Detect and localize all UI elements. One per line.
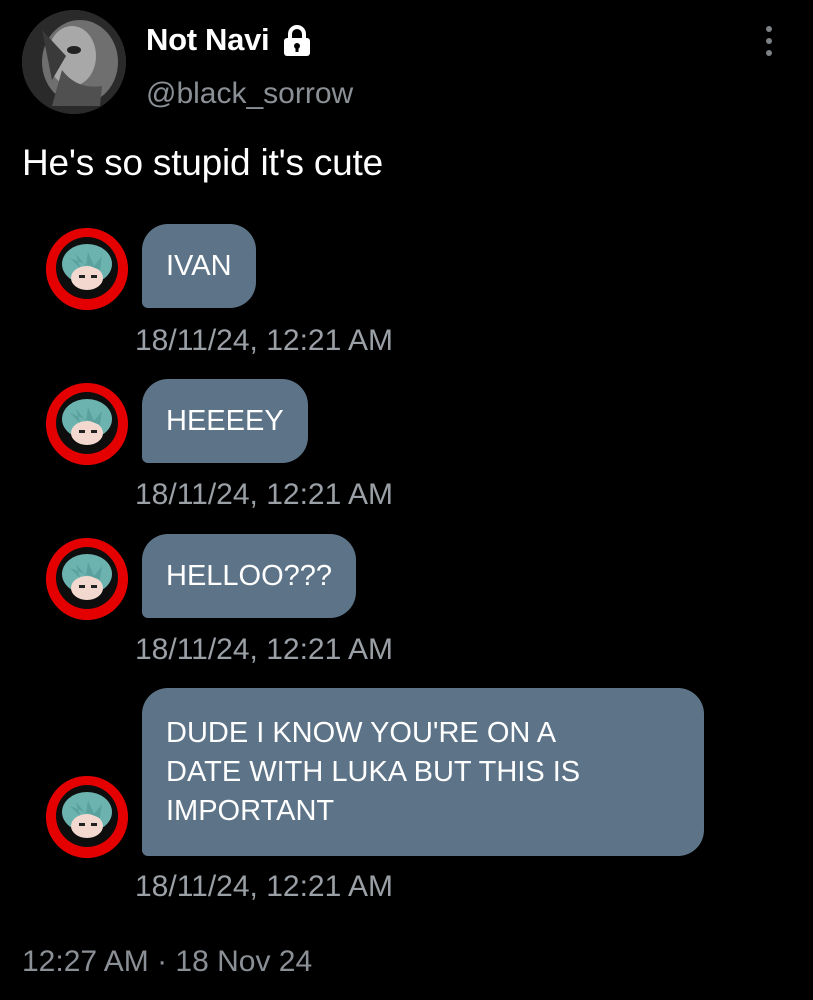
- chat-avatar-icon: [46, 776, 128, 858]
- message-timestamp: 18/11/24, 12:21 AM: [135, 633, 393, 666]
- chat-avatar-icon: [46, 228, 128, 310]
- tweet-timestamp[interactable]: 12:27 AM · 18 Nov 24: [22, 945, 312, 979]
- message-timestamp: 18/11/24, 12:21 AM: [135, 478, 393, 511]
- user-handle[interactable]: @black_sorrow: [146, 77, 353, 111]
- lock-icon: [284, 25, 310, 56]
- chat-bubble: HELLOO???: [142, 534, 357, 618]
- chat-avatar-icon: [46, 383, 128, 465]
- more-vertical-icon[interactable]: [758, 26, 780, 66]
- message-text: HELLOO???: [166, 559, 333, 592]
- profile-avatar[interactable]: [22, 10, 126, 114]
- tweet-header: Not Navi @black_sorrow: [0, 0, 813, 130]
- message-timestamp: 18/11/24, 12:21 AM: [135, 870, 393, 903]
- tweet-text: He's so stupid it's cute: [22, 142, 383, 183]
- message-timestamp: 18/11/24, 12:21 AM: [135, 324, 393, 357]
- message-text: IVAN: [166, 249, 232, 282]
- message-text: DUDE I KNOW YOU'RE ON A DATE WITH LUKA B…: [166, 716, 581, 827]
- chat-avatar-icon: [46, 538, 128, 620]
- avatar-image: [22, 10, 126, 114]
- chat-bubble: IVAN: [142, 224, 256, 308]
- chat-bubble: DUDE I KNOW YOU'RE ON A DATE WITH LUKA B…: [142, 688, 704, 856]
- display-name[interactable]: Not Navi: [146, 22, 270, 58]
- chat-bubble: HEEEEY: [142, 379, 308, 463]
- message-text: HEEEEY: [166, 404, 284, 437]
